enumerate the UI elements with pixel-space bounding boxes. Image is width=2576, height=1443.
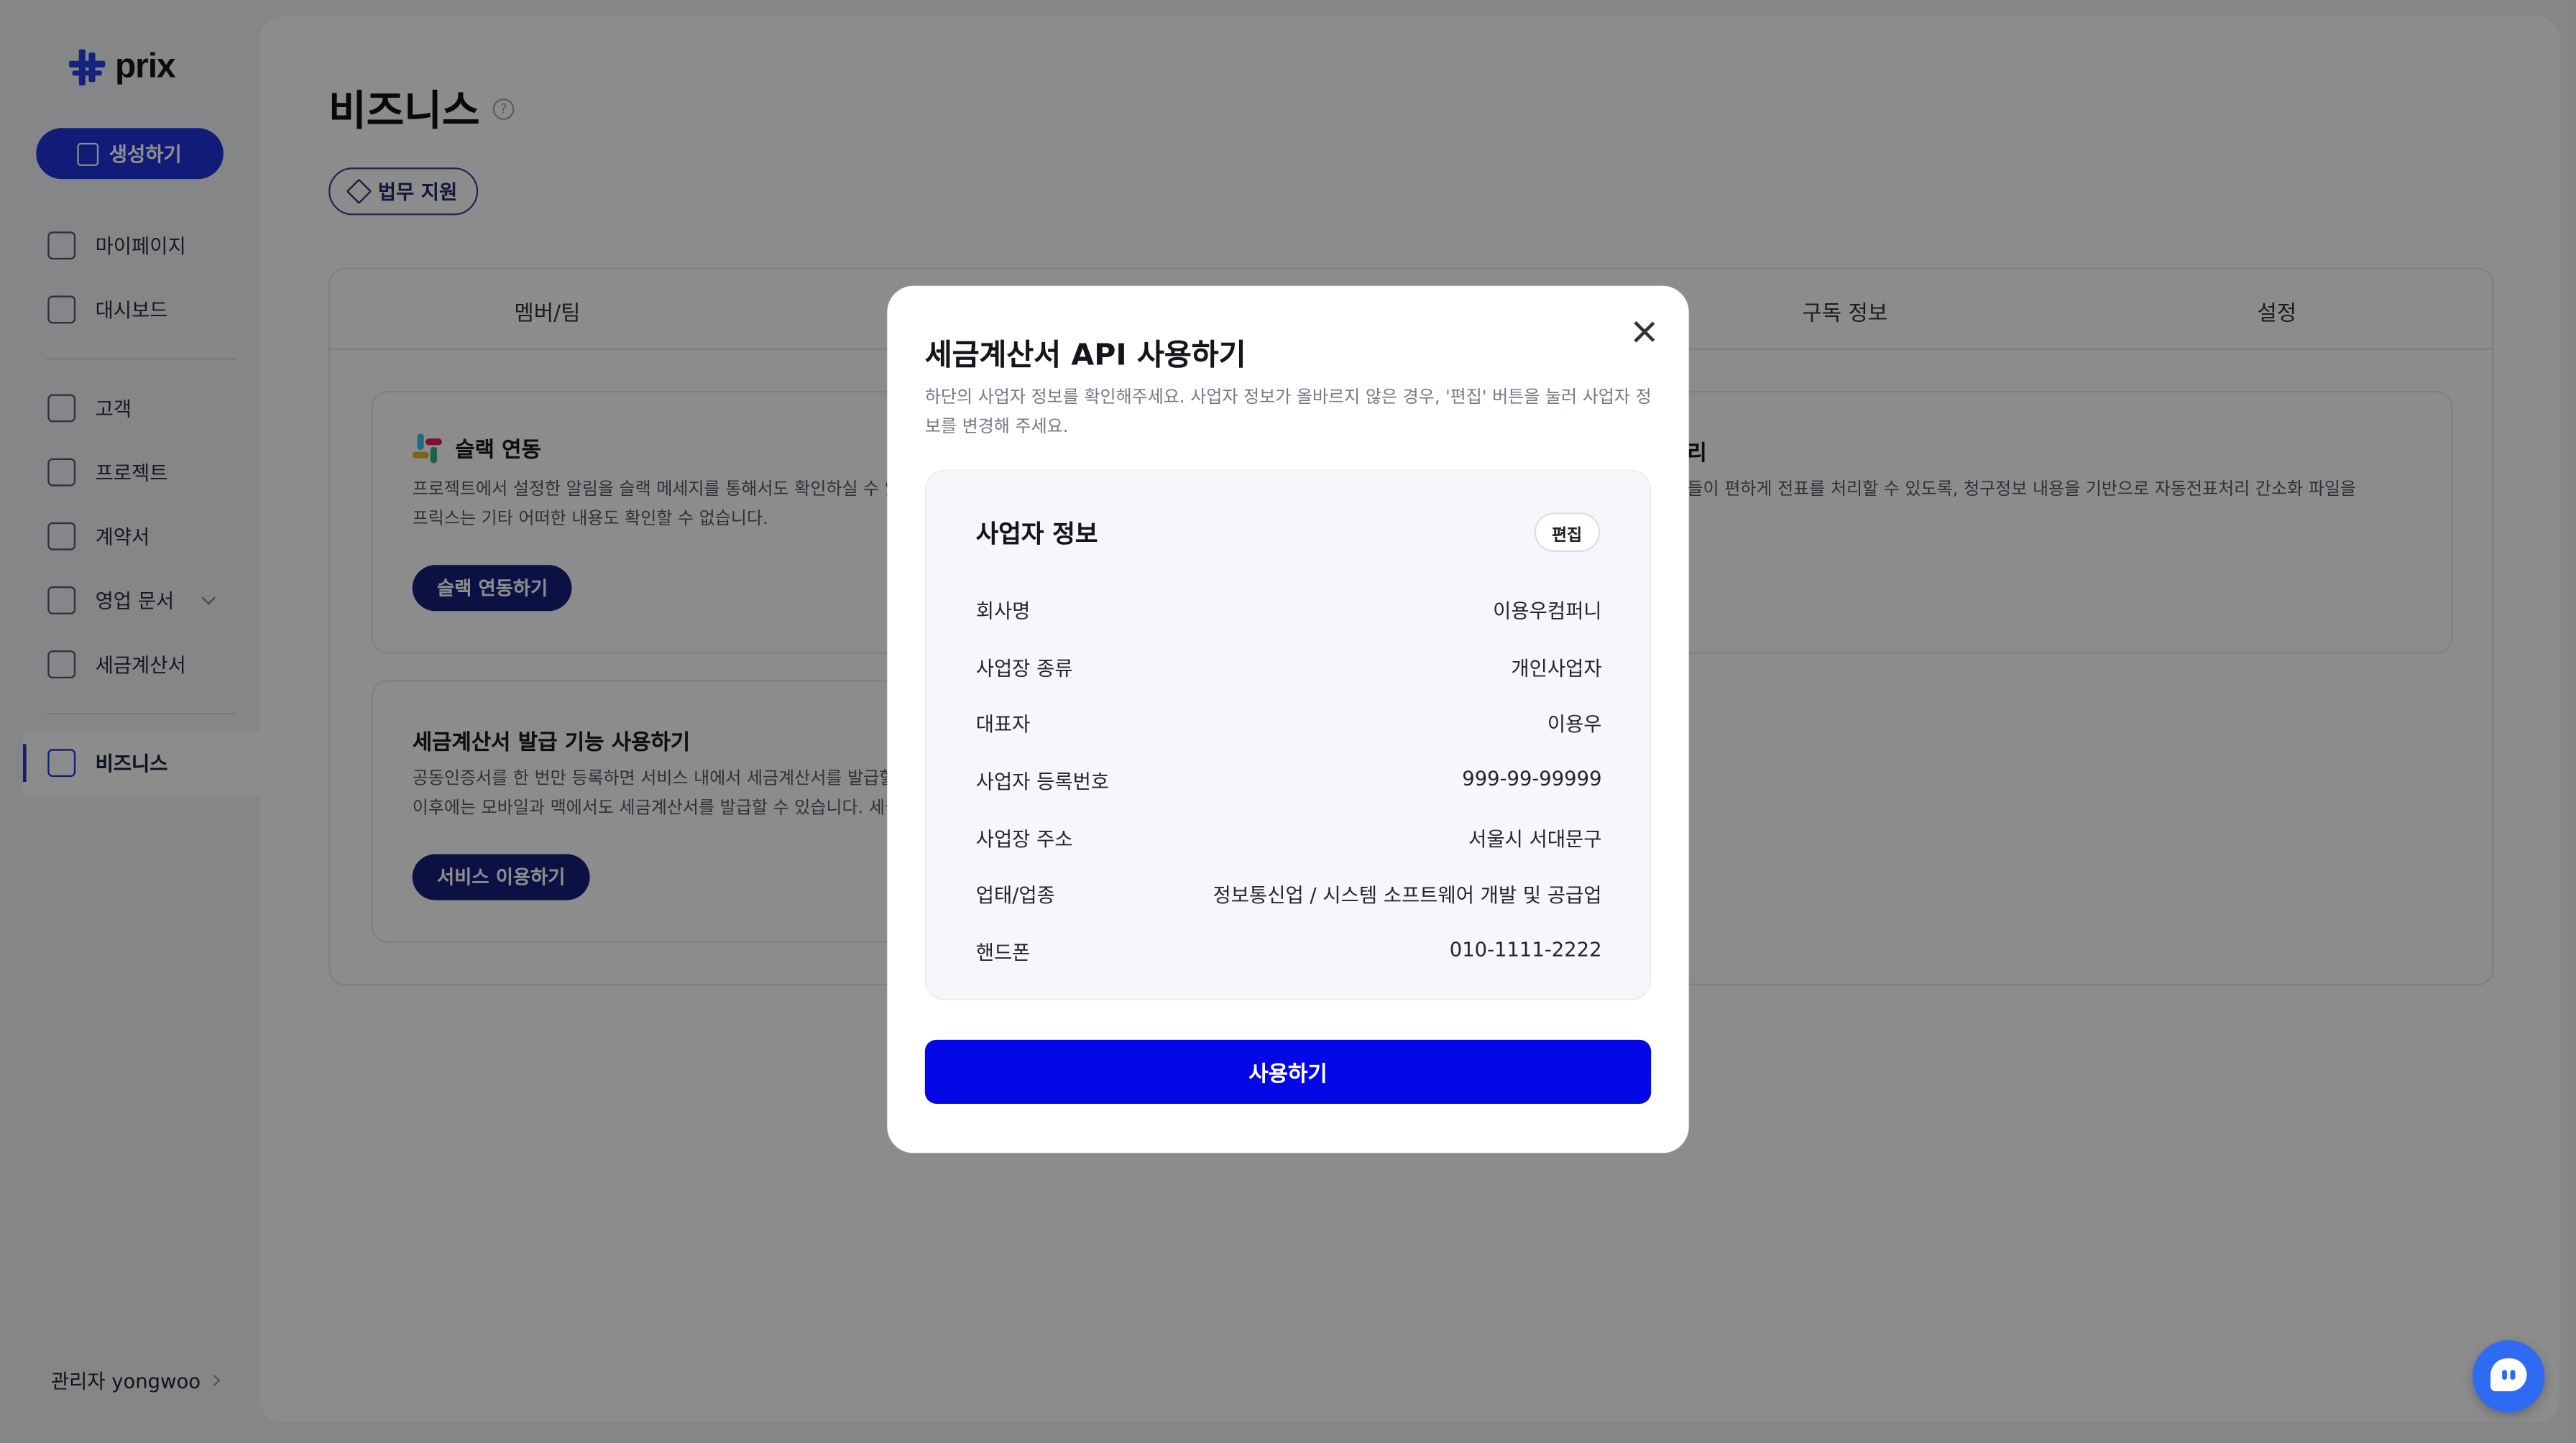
info-value: 이용우컴퍼니 [1493, 599, 1602, 623]
modal-description: 하단의 사업자 정보를 확인해주세요. 사업자 정보가 올바르지 않은 경우, … [924, 387, 1652, 436]
app-root: prix 생성하기 마이페이지 대시보드 고객 프로젝트 계약서 영업 문서 세… [0, 0, 2576, 1443]
info-row-industry: 업태/업종 정보통신업 / 시스템 소프트웨어 개발 및 공급업 [976, 880, 1602, 908]
info-value: 개인사업자 [1511, 657, 1602, 681]
modal-title: 세금계산서 API 사용하기 [924, 338, 1246, 373]
info-value: 이용우 [1547, 712, 1602, 736]
info-label: 업태/업종 [975, 883, 1055, 907]
edit-button[interactable]: 편집 [1533, 512, 1601, 552]
info-row-address: 사업장 주소 서울시 서대문구 [976, 824, 1602, 852]
info-value: 010-1111-2222 [1449, 938, 1602, 962]
business-info-box: 사업자 정보 편집 회사명 이용우컴퍼니 사업장 종류 개인사업자 대표자 이용… [924, 469, 1652, 1000]
chat-button[interactable] [2472, 1340, 2545, 1413]
info-label: 사업자 등록번호 [975, 770, 1110, 793]
submit-use-button[interactable]: 사용하기 [924, 1039, 1652, 1104]
info-label: 핸드폰 [975, 941, 1031, 964]
info-row-company: 회사명 이용우컴퍼니 [976, 596, 1602, 624]
info-row-registration-number: 사업자 등록번호 999-99-99999 [976, 767, 1602, 795]
info-label: 사업장 종류 [975, 657, 1073, 681]
info-label: 회사명 [975, 599, 1031, 623]
info-row-business-type: 사업장 종류 개인사업자 [976, 654, 1602, 682]
info-row-phone: 핸드폰 010-1111-2222 [976, 938, 1602, 966]
info-label: 사업장 주소 [975, 827, 1073, 851]
info-label: 대표자 [975, 712, 1031, 736]
info-value: 정보통신업 / 시스템 소프트웨어 개발 및 공급업 [1213, 883, 1602, 907]
info-row-representative: 대표자 이용우 [976, 709, 1602, 737]
chat-bubble-icon [2490, 1358, 2527, 1391]
tax-api-modal: 세금계산서 API 사용하기 하단의 사업자 정보를 확인해주세요. 사업자 정… [887, 285, 1689, 1153]
info-value: 서울시 서대문구 [1468, 827, 1602, 851]
info-value: 999-99-99999 [1462, 767, 1602, 790]
close-icon[interactable] [1632, 318, 1658, 345]
info-title: 사업자 정보 [975, 519, 1098, 549]
